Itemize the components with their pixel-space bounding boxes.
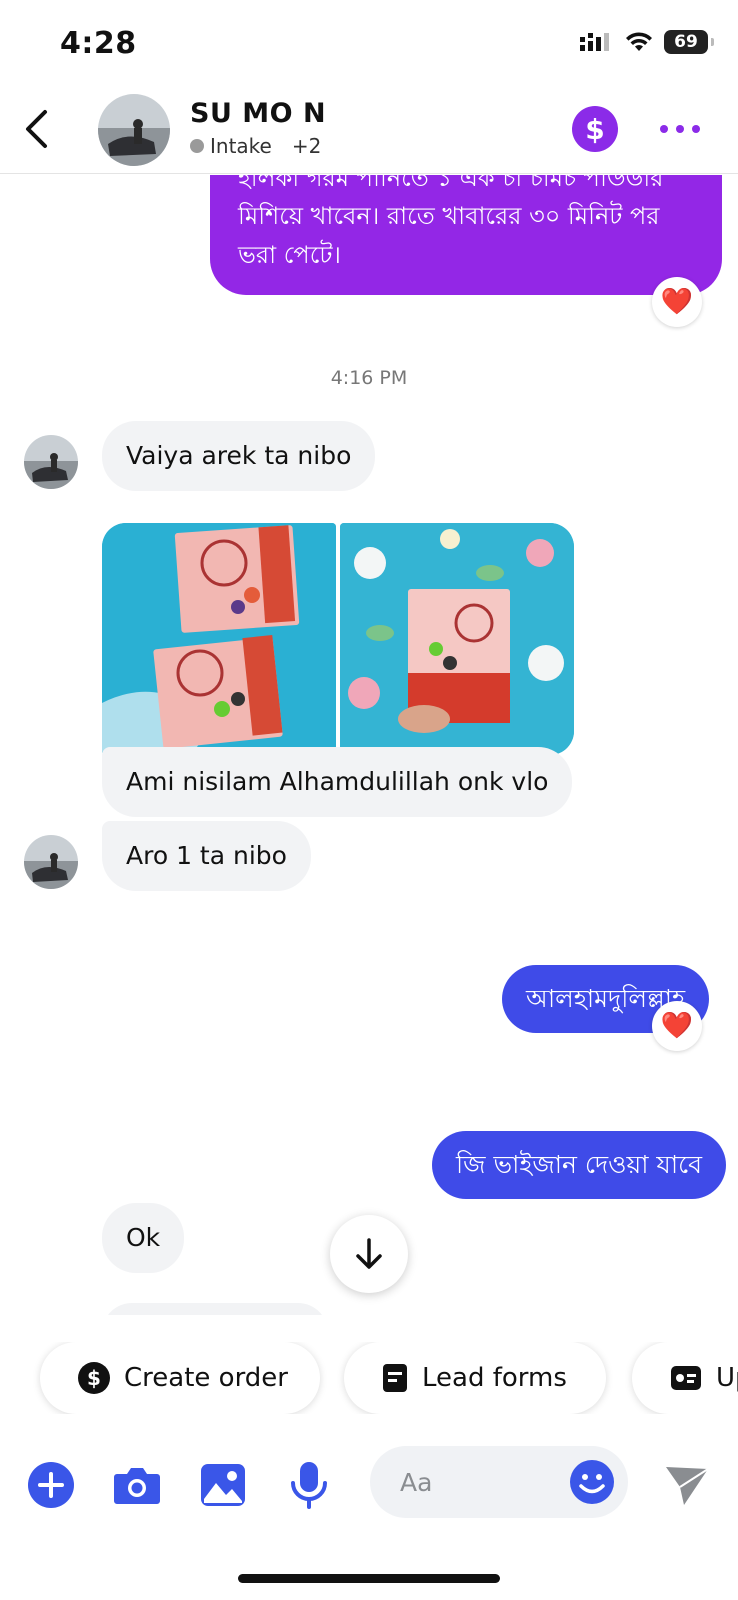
form-document-icon bbox=[383, 1364, 407, 1392]
incoming-message[interactable]: Vaiya arek ta nibo bbox=[102, 421, 376, 491]
gallery-button[interactable] bbox=[198, 1460, 248, 1510]
outgoing-message-instructions[interactable]: হালকা গরম পানিতে ১ এক চা চামচ পাউডার মিশ… bbox=[210, 175, 722, 295]
microphone-icon bbox=[291, 1462, 327, 1509]
product-photo[interactable] bbox=[340, 523, 574, 755]
camera-button[interactable] bbox=[112, 1460, 162, 1510]
add-button[interactable] bbox=[26, 1460, 76, 1510]
status-bar: 4:28 69 bbox=[0, 0, 738, 90]
sender-avatar[interactable] bbox=[24, 435, 78, 489]
heart-reaction-icon[interactable]: ❤️ bbox=[652, 1001, 702, 1051]
sender-avatar[interactable] bbox=[24, 835, 78, 889]
message-thread[interactable]: হালকা গরম পানিতে ১ এক চা চামচ পাউডার মিশ… bbox=[0, 175, 738, 1315]
outgoing-message[interactable]: জি ভাইজান দেওয়া যাবে bbox=[432, 1131, 727, 1199]
scroll-to-bottom-button[interactable] bbox=[330, 1215, 408, 1293]
more-dot-icon bbox=[660, 125, 668, 133]
contact-name[interactable]: SU MO N bbox=[190, 98, 326, 129]
partial-action-label: Up bbox=[716, 1363, 738, 1393]
image-gallery-icon bbox=[201, 1464, 245, 1506]
more-options-button[interactable] bbox=[660, 116, 700, 142]
incoming-message[interactable]: Ami nisilam Alhamdulillah onk vlo bbox=[102, 747, 573, 817]
wifi-icon bbox=[626, 32, 652, 51]
emoji-button[interactable] bbox=[568, 1458, 616, 1506]
quick-actions-bar: $ Create order Lead forms Up bbox=[0, 1342, 738, 1414]
back-button[interactable] bbox=[14, 104, 58, 154]
incoming-message[interactable]: Aro 1 ta nibo bbox=[102, 821, 311, 891]
contact-avatar[interactable] bbox=[98, 94, 170, 166]
card-icon bbox=[671, 1366, 701, 1390]
camera-icon bbox=[114, 1468, 160, 1504]
product-photo[interactable] bbox=[102, 523, 336, 755]
battery-icon: 69 bbox=[664, 30, 714, 54]
arrow-down-icon bbox=[356, 1238, 382, 1269]
send-arrow-icon bbox=[666, 1467, 709, 1505]
conversation-header: SU MO N Intake +2 $ bbox=[0, 90, 738, 174]
partial-action-button[interactable]: Up bbox=[632, 1342, 738, 1414]
create-order-label: Create order bbox=[124, 1363, 288, 1393]
contact-labels[interactable]: Intake +2 bbox=[190, 134, 321, 158]
dollar-circle-icon: $ bbox=[78, 1362, 110, 1394]
label-dot-icon bbox=[190, 139, 204, 153]
status-icons: 69 bbox=[580, 30, 714, 54]
label-extra-count: +2 bbox=[291, 134, 322, 158]
message-timestamp: 4:16 PM bbox=[330, 367, 408, 389]
heart-reaction-icon[interactable]: ❤️ bbox=[652, 277, 702, 327]
voice-message-button[interactable] bbox=[284, 1460, 334, 1510]
send-button[interactable] bbox=[662, 1460, 712, 1510]
lead-forms-label: Lead forms bbox=[422, 1363, 567, 1393]
label-intake: Intake bbox=[210, 134, 272, 158]
smiley-face-icon bbox=[570, 1460, 614, 1504]
more-dot-icon bbox=[692, 125, 700, 133]
home-indicator[interactable] bbox=[238, 1574, 500, 1583]
more-dot-icon bbox=[676, 125, 684, 133]
cellular-signal-icon bbox=[580, 33, 609, 51]
plus-circle-icon bbox=[28, 1462, 74, 1508]
create-order-button[interactable]: $ Create order bbox=[40, 1342, 320, 1414]
lead-forms-button[interactable]: Lead forms bbox=[344, 1342, 606, 1414]
payment-button[interactable]: $ bbox=[572, 106, 618, 152]
message-composer bbox=[0, 1444, 738, 1526]
incoming-message[interactable]: Ok bbox=[102, 1203, 185, 1273]
status-time: 4:28 bbox=[60, 26, 137, 61]
chevron-left-icon bbox=[26, 110, 47, 148]
incoming-message-partial[interactable] bbox=[102, 1303, 328, 1315]
dollar-icon: $ bbox=[585, 112, 605, 146]
